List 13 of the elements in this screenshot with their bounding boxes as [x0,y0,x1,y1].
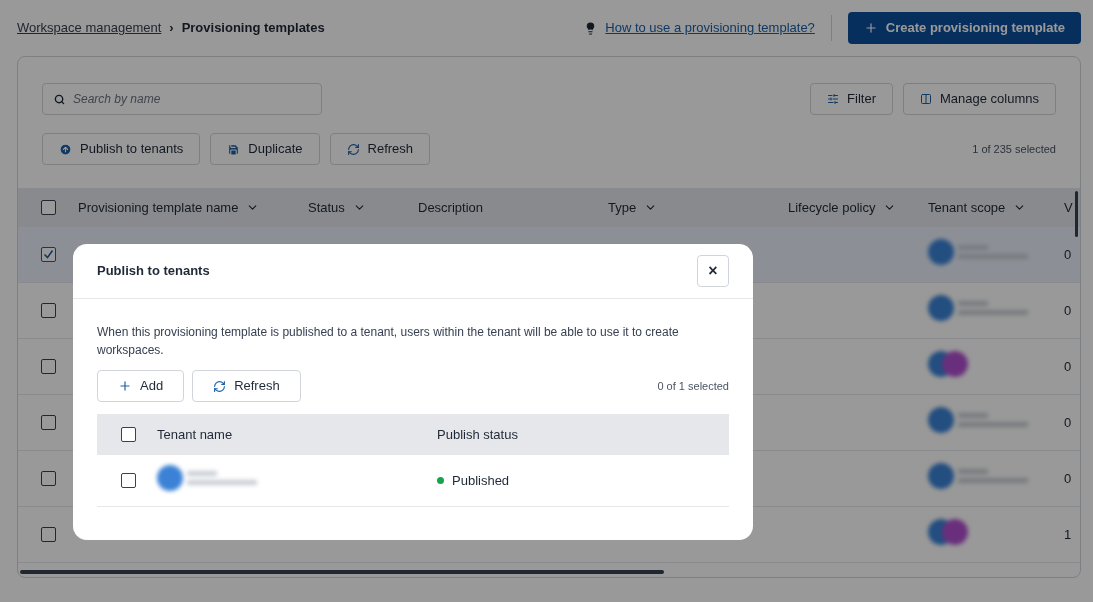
selection-count: 0 of 1 selected [657,378,729,394]
table-cell-text: 0 [1064,245,1073,264]
dialog-title: Publish to tenants [97,262,210,281]
status-text: Published [452,471,510,490]
dialog-description: When this provisioning template is published to a tenant, users within the tenant will be able to use it to create workspaces. [97,324,680,359]
table-cell-text: 0 [1064,413,1073,432]
table-cell-text: 0 [1064,301,1073,320]
table-cell-text: 1 [1064,525,1073,544]
page-title: Provisioning templates [181,19,325,38]
selection-count: 1 of 235 selected [972,141,1056,157]
table-cell-text: 0 [1064,357,1073,376]
table-cell-text: 0 [1064,469,1073,488]
breadcrumb-separator: › [169,19,174,38]
